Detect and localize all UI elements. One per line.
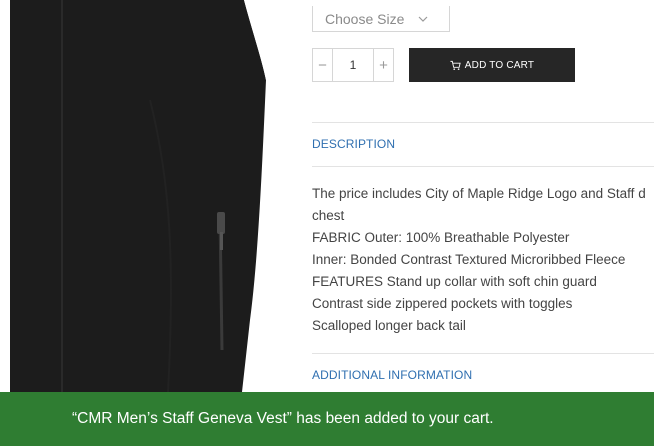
quantity-increase-button[interactable]: + [373, 49, 393, 81]
size-select[interactable]: Choose Size [312, 6, 450, 32]
description-line: FABRIC Outer: 100% Breathable Polyester [312, 230, 570, 245]
add-to-cart-button[interactable]: ADD TO CART [409, 48, 575, 82]
product-image[interactable] [0, 0, 272, 392]
description-line: chest [312, 208, 345, 223]
description-line: Contrast side zippered pockets with togg… [312, 296, 573, 311]
description-line: The price includes City of Maple Ridge L… [312, 186, 646, 201]
cart-notice: “CMR Men’s Staff Geneva Vest” has been a… [0, 392, 654, 446]
size-select-value: Choose Size [325, 10, 405, 27]
tab-additional-information[interactable]: ADDITIONAL INFORMATION [312, 368, 472, 382]
description-line: Scalloped longer back tail [312, 318, 466, 333]
description-line: FEATURES Stand up collar with soft chin … [312, 274, 597, 289]
description-line: Inner: Bonded Contrast Textured Microrib… [312, 252, 626, 267]
cart-notice-text: “CMR Men’s Staff Geneva Vest” has been a… [72, 410, 494, 427]
divider [312, 122, 654, 123]
vest-image [10, 0, 272, 392]
divider [312, 166, 654, 167]
quantity-input[interactable] [333, 49, 373, 81]
add-to-cart-label: ADD TO CART [464, 59, 535, 71]
chevron-down-icon [418, 16, 428, 22]
tab-description[interactable]: DESCRIPTION [312, 137, 395, 151]
cart-icon [450, 60, 461, 70]
description-body: The price includes City of Maple Ridge L… [312, 180, 654, 340]
divider [312, 353, 654, 354]
quantity-decrease-button[interactable]: − [313, 49, 333, 81]
quantity-stepper: − + [312, 48, 394, 82]
